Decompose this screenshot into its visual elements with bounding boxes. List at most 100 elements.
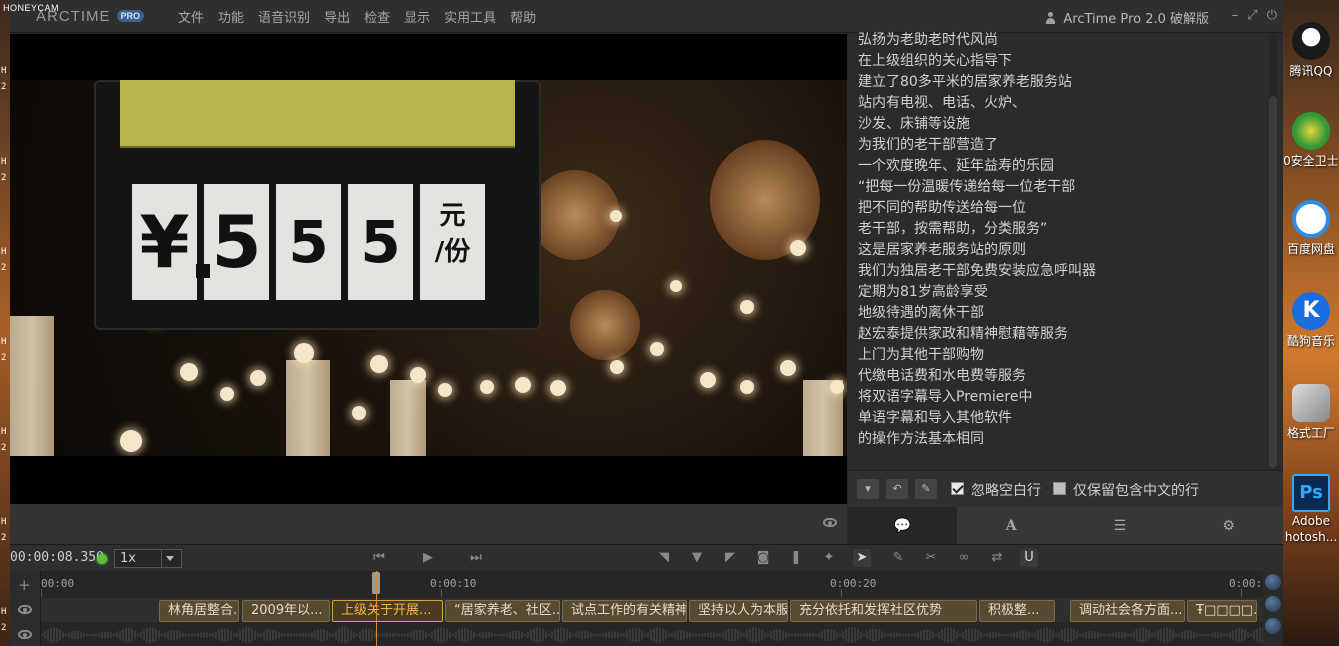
subtitle-line[interactable]: 弘扬为老助老时代风尚 (858, 30, 1263, 51)
subtitle-line[interactable]: 定期为81岁高龄享受 (858, 282, 1263, 303)
desktop-icon-kugou[interactable]: K 酷狗音乐 (1283, 292, 1339, 349)
power-icon[interactable]: ⏻ (1267, 8, 1277, 23)
subtitle-line[interactable]: 沙发、床铺等设施 (858, 114, 1263, 135)
tab-list[interactable]: ☰ (1065, 507, 1175, 544)
subtitle-line[interactable]: 代缴电话费和水电费等服务 (858, 366, 1263, 387)
desktop-icon-360[interactable]: 0安全卫士 (1283, 112, 1339, 169)
window-title[interactable]: ArcTime Pro 2.0 破解版 (1045, 8, 1209, 27)
subtitle-text-panel[interactable]: 弘扬为老助老时代风尚 在上级组织的关心指导下 建立了80多平米的居家养老服务站 站内有… (848, 32, 1283, 469)
magnet-icon[interactable]: U (1020, 549, 1038, 567)
scrollbar-thumb[interactable] (1269, 96, 1277, 468)
gear-icon: ⚙ (1222, 517, 1235, 534)
timecode: 00:00:08.350 (10, 550, 104, 565)
desktop-icon-baidu[interactable]: 百度网盘 (1283, 200, 1339, 257)
subtitle-line[interactable]: 上门为其他干部购物 (858, 345, 1263, 366)
speed-select[interactable]: 1x (114, 549, 182, 568)
next-icon[interactable]: ⏭ (467, 549, 485, 567)
menu-check[interactable]: 检查 (364, 7, 390, 26)
timeline[interactable]: + 00:00 0:00:10 0:00:20 0:00: 林角居整合... 2… (10, 571, 1283, 646)
wand-icon[interactable]: ✦ (820, 549, 838, 567)
subtitle-line[interactable]: 这是居家养老服务站的原则 (858, 240, 1263, 261)
pen-icon[interactable]: ✎ (889, 549, 907, 567)
subtitle-line[interactable]: 在上级组织的关心指导下 (858, 51, 1263, 72)
menu-help[interactable]: 帮助 (510, 7, 536, 26)
subtitle-clip[interactable]: 充分依托和发挥社区优势 (790, 600, 977, 622)
desktop-icon-qq[interactable]: 腾讯QQ (1283, 22, 1339, 79)
subtitle-clip-selected[interactable]: 上级关于开展... (332, 600, 443, 622)
music-icon: K (1292, 292, 1330, 330)
audio-waveform[interactable] (41, 624, 1264, 646)
link-icon[interactable]: ∞ (955, 549, 973, 567)
subtitle-line[interactable]: 的操作方法基本相同 (858, 429, 1263, 450)
ignore-blank-label: 忽略空白行 (971, 483, 1041, 499)
tab-font[interactable]: A (956, 507, 1066, 544)
subtitle-line[interactable]: 地级待遇的离休干部 (858, 303, 1263, 324)
ignore-blank-checkbox[interactable] (951, 482, 964, 495)
waveform-graphic (41, 627, 1264, 643)
playhead (376, 571, 377, 646)
menu-display[interactable]: 显示 (404, 7, 430, 26)
collapse-icon[interactable]: ▾ (857, 479, 879, 499)
subtitle-line[interactable]: 站内有电视、电话、火炉、 (858, 93, 1263, 114)
menu-speech-recognition[interactable]: 语音识别 (258, 7, 310, 26)
subtitle-line[interactable]: 为我们的老干部营造了 (858, 135, 1263, 156)
video-toolbar (10, 504, 847, 544)
watermark: HONEYCAM (3, 3, 60, 13)
edit-icon[interactable]: ✎ (915, 479, 937, 499)
subtitle-line[interactable]: 我们为独居老干部免费安装应急呼叫器 (858, 261, 1263, 282)
subtitle-clip[interactable]: Ŧ□□□□. (1187, 600, 1257, 622)
zoom-out-icon[interactable] (1265, 618, 1281, 634)
chevron-down-icon (166, 556, 174, 561)
scissors-icon[interactable]: ✂ (922, 549, 940, 567)
bookmark-icon[interactable]: ❚ (787, 549, 805, 567)
time-ruler[interactable]: 00:00 0:00:10 0:00:20 0:00: (41, 571, 1263, 597)
minimize-icon[interactable]: – (1232, 8, 1239, 23)
subtitle-clip[interactable]: 坚持以人为本服务 (689, 600, 788, 622)
desktop-icon-photoshop[interactable]: Ps Adobe hotosh... (1283, 474, 1339, 544)
swap-icon[interactable]: ⇄ (988, 549, 1006, 567)
subtitle-clip[interactable]: 试点工作的有关精神 (562, 600, 687, 622)
subtitle-line[interactable]: 把不同的帮助传送给每一位 (858, 198, 1263, 219)
subtitle-line[interactable]: 一个欢度晚年、延年益寿的乐园 (858, 156, 1263, 177)
menu-tools[interactable]: 实用工具 (444, 7, 496, 26)
track-eye-icon[interactable] (18, 605, 32, 614)
desktop-icon-format-factory[interactable]: 格式工厂 (1283, 384, 1339, 441)
subtitle-line[interactable]: 老干部，按需帮助，分类服务” (858, 219, 1263, 240)
eye-icon[interactable] (823, 518, 837, 527)
subtitle-track[interactable]: 林角居整合... 2009年以... 上级关于开展... “居家养老、社区...… (41, 598, 1263, 622)
menu-bar: 文件 功能 语音识别 导出 检查 显示 实用工具 帮助 (178, 7, 550, 26)
subtitle-clip[interactable]: 林角居整合... (159, 600, 239, 622)
menu-function[interactable]: 功能 (218, 7, 244, 26)
undo-icon[interactable]: ↶ (886, 479, 908, 499)
subtitle-clip[interactable]: 2009年以... (242, 600, 330, 622)
maximize-icon[interactable]: ⤢ (1247, 8, 1257, 23)
subtitle-clip[interactable]: “居家养老、社区... (445, 600, 560, 622)
subtitle-line[interactable]: “把每一份温暖传递给每一位老干部 (858, 177, 1263, 198)
subtitle-line[interactable]: 单语字幕和导入其他软件 (858, 408, 1263, 429)
subtitle-line[interactable]: 建立了80多平米的居家养老服务站 (858, 72, 1263, 93)
play-icon[interactable]: ▶ (419, 549, 437, 567)
subtitle-line[interactable]: 赵宏泰提供家政和精神慰藉等服务 (858, 324, 1263, 345)
user-icon (1045, 11, 1056, 24)
add-track-icon[interactable]: + (18, 576, 31, 594)
video-preview[interactable]: ¥ 5 5 5 元 /份 (10, 34, 847, 504)
mark-out-icon[interactable]: ◤ (721, 549, 739, 567)
tab-comments[interactable]: 💬 (848, 507, 957, 544)
menu-file[interactable]: 文件 (178, 7, 204, 26)
menu-export[interactable]: 导出 (324, 7, 350, 26)
subtitle-clip[interactable]: 积极整... (979, 600, 1055, 622)
zoom-fit-icon[interactable] (1265, 596, 1281, 612)
penguin-icon (1292, 22, 1330, 60)
prev-icon[interactable]: ⏮ (370, 549, 388, 567)
pointer-icon[interactable]: ➤ (853, 549, 871, 567)
subtitle-clip[interactable]: 调动社会各方面... (1070, 600, 1185, 622)
camera-icon[interactable]: ◙ (754, 549, 772, 567)
mark-in-icon[interactable]: ◥ (655, 549, 673, 567)
audio-eye-icon[interactable] (18, 630, 32, 639)
mark-down-icon[interactable]: ▼ (688, 549, 706, 567)
tab-settings[interactable]: ⚙ (1174, 507, 1283, 544)
font-icon: A (1005, 517, 1017, 534)
zoom-in-icon[interactable] (1265, 574, 1281, 590)
keep-chinese-checkbox[interactable] (1053, 482, 1066, 495)
subtitle-line[interactable]: 将双语字幕导入Premiere中 (858, 387, 1263, 408)
